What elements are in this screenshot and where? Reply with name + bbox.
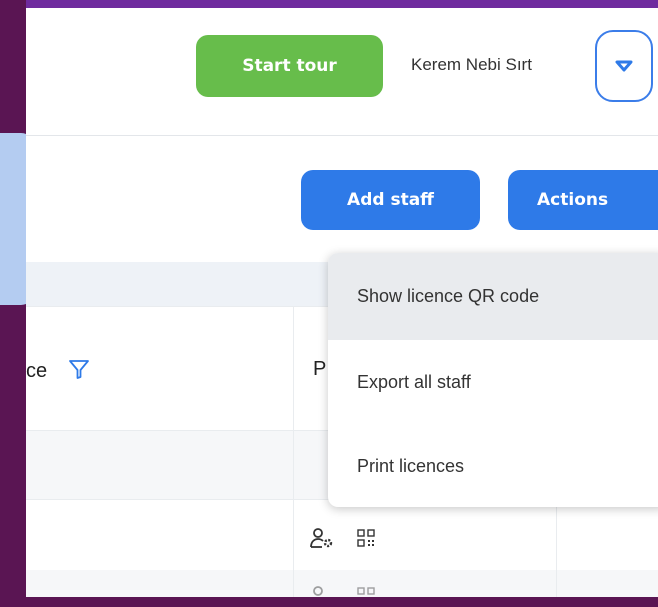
header-divider [26, 135, 658, 136]
chevron-down-icon [615, 60, 633, 72]
menu-item-show-licence-qr-code[interactable]: Show licence QR code [328, 253, 658, 340]
column-header-licence[interactable]: ce [26, 360, 47, 383]
user-menu-toggle[interactable] [595, 30, 653, 102]
actions-dropdown-menu: Show licence QR code Export all staff Pr… [328, 253, 658, 507]
qr-code-icon[interactable] [356, 586, 376, 606]
row-action-icons [310, 585, 376, 607]
row-action-icons [310, 527, 376, 549]
actions-button[interactable]: Actions [508, 170, 658, 230]
user-name: Kerem Nebi Sırt [411, 55, 532, 74]
menu-item-export-all-staff[interactable]: Export all staff [328, 340, 658, 424]
user-settings-icon[interactable] [310, 585, 334, 607]
column-divider [293, 306, 294, 597]
column-header-p[interactable]: P [313, 358, 326, 381]
qr-code-icon[interactable] [356, 528, 376, 548]
add-staff-button[interactable]: Add staff [301, 170, 480, 230]
filter-icon[interactable] [68, 358, 90, 380]
menu-item-print-licences[interactable]: Print licences [328, 424, 658, 507]
top-accent-strip [26, 0, 658, 8]
start-tour-button[interactable]: Start tour [196, 35, 383, 97]
user-settings-icon[interactable] [310, 527, 334, 549]
